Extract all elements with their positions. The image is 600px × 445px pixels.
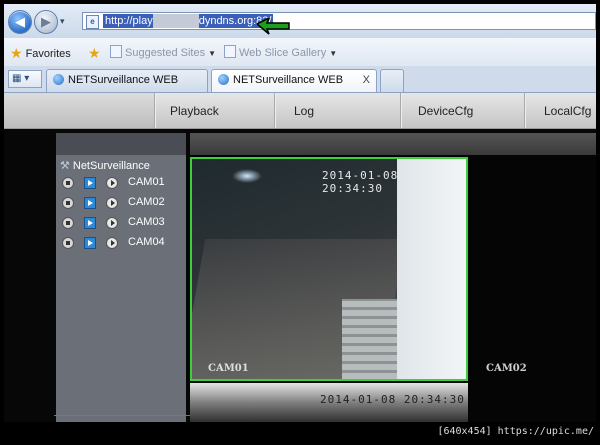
address-field[interactable]: e http://play dyndns.org:83/ [82, 12, 596, 30]
video-grid: 2014-01-08 20:34:30 CAM01 CAM02 2014-01-… [190, 155, 596, 422]
favorites-bar: ★ Favorites ★ Suggested Sites ▼ Web Slice … [4, 38, 596, 67]
open-stream-icon[interactable] [106, 217, 118, 229]
camera-label[interactable]: CAM01 [128, 176, 165, 188]
browser-window: ◀ ▶ ▾ e http://play dyndns.org:83/ ★ Favor… [4, 4, 596, 422]
record-icon[interactable] [62, 197, 74, 209]
menu-localcfg[interactable]: LocalCfg [544, 104, 591, 118]
forward-arrow-icon: ▶ [41, 14, 51, 29]
back-arrow-icon: ◀ [15, 14, 25, 29]
menu-divider [274, 93, 275, 128]
play-icon[interactable] [84, 197, 96, 209]
tab-label: NETSurveillance WEB [233, 74, 344, 86]
video-tile-cam01[interactable]: 2014-01-08 20:34:30 CAM01 [190, 157, 468, 381]
device-name: NetSurveillance [72, 160, 150, 172]
url-text[interactable]: http://play dyndns.org:83/ [103, 14, 274, 28]
tab-label: NETSurveillance WEB [68, 74, 179, 86]
play-icon[interactable] [84, 177, 96, 189]
video-camera-label: CAM02 [486, 363, 527, 374]
menu-divider [400, 93, 401, 128]
play-icon[interactable] [84, 217, 96, 229]
suggested-sites-label: Suggested Sites [125, 47, 206, 59]
video-timestamp: 2014-01-08 20:34:30 [320, 393, 465, 406]
new-tab-button[interactable] [380, 69, 404, 92]
recent-pages-dropdown[interactable]: ▾ [60, 16, 65, 27]
url-redacted-block [152, 14, 199, 28]
back-button[interactable]: ◀ [8, 10, 32, 34]
open-stream-icon[interactable] [106, 177, 118, 189]
camera-label[interactable]: CAM04 [128, 236, 165, 248]
quick-tabs-grid-icon: ▦ ▾ [12, 73, 30, 84]
wrench-icon: ⚒ [60, 160, 70, 172]
quick-tabs-button[interactable]: ▦ ▾ [8, 70, 42, 88]
page-icon: e [86, 15, 99, 29]
url-prefix: http://play [105, 15, 153, 27]
camera-label[interactable]: CAM03 [128, 216, 165, 228]
chevron-down-icon: ▼ [329, 49, 338, 58]
netsurveillance-app: Playback Log DeviceCfg LocalCfg ⚒ NetSurv… [4, 93, 596, 422]
app-menu-bar: Playback Log DeviceCfg LocalCfg [4, 93, 596, 129]
video-tile-cam03[interactable]: 2014-01-08 20:34:30 [190, 383, 468, 422]
open-stream-icon[interactable] [106, 237, 118, 249]
device-tree-root[interactable]: ⚒ NetSurveillance [60, 159, 150, 172]
tab-netsurveillance-2[interactable]: NETSurveillance WEB X [211, 69, 377, 92]
menu-divider [154, 93, 155, 128]
camera-feed-light [232, 169, 262, 183]
divider-line [54, 415, 190, 416]
image-host-watermark: [640x454] https://upic.me/ [437, 426, 594, 437]
video-panel-header [190, 133, 596, 155]
open-stream-icon[interactable] [106, 197, 118, 209]
green-arrow-annotation-icon [257, 18, 290, 35]
suggested-sites-link[interactable]: Suggested Sites ▼ [110, 45, 216, 59]
record-icon[interactable] [62, 217, 74, 229]
tab-bar: ▦ ▾ NETSurveillance WEB NETSurveillance … [4, 66, 596, 93]
ie-page-icon [218, 74, 229, 85]
favorites-star-icon: ★ [10, 45, 23, 61]
forward-button[interactable]: ▶ [34, 10, 58, 34]
favorites-button[interactable]: ★ Favorites [10, 45, 71, 62]
play-icon[interactable] [84, 237, 96, 249]
add-favorite-star-icon: ★ [88, 45, 101, 61]
video-timestamp: 2014-01-08 20:34:30 [322, 169, 399, 195]
web-slice-gallery-icon [224, 45, 236, 58]
record-icon[interactable] [62, 177, 74, 189]
menu-divider [524, 93, 525, 128]
video-camera-label: CAM01 [208, 363, 249, 374]
chevron-down-icon: ▼ [208, 49, 217, 58]
ie-page-icon [53, 74, 64, 85]
camera-label[interactable]: CAM02 [128, 196, 165, 208]
device-sidebar: ⚒ NetSurveillance CAM01 CAM02 CAM03 CAM0… [56, 133, 186, 422]
suggested-sites-icon [110, 45, 122, 58]
menu-log[interactable]: Log [294, 104, 314, 118]
address-toolbar: ◀ ▶ ▾ e http://play dyndns.org:83/ [4, 4, 596, 38]
web-slice-gallery-label: Web Slice Gallery [239, 47, 327, 59]
close-tab-icon[interactable]: X [363, 70, 370, 90]
add-to-favorites-button[interactable]: ★ [88, 45, 104, 62]
menu-left-block [4, 93, 154, 128]
menu-playback[interactable]: Playback [170, 104, 219, 118]
web-slice-gallery-link[interactable]: Web Slice Gallery ▼ [224, 45, 337, 59]
menu-devicecfg[interactable]: DeviceCfg [418, 104, 473, 118]
favorites-label: Favorites [25, 48, 71, 60]
record-icon[interactable] [62, 237, 74, 249]
tab-netsurveillance-1[interactable]: NETSurveillance WEB [46, 69, 208, 92]
